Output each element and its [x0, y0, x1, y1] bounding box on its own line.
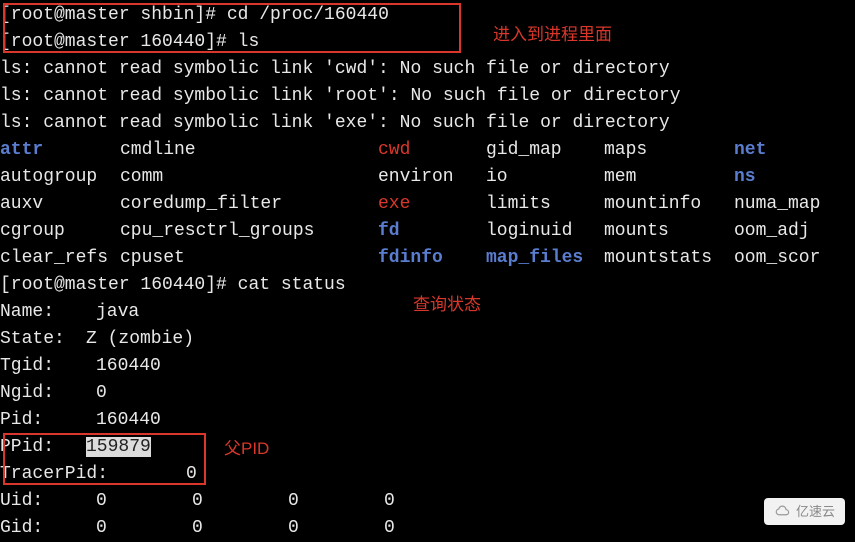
file-entry: auxv: [0, 191, 120, 218]
status-value: 0: [288, 515, 384, 542]
file-entry: maps: [604, 137, 734, 164]
status-key: Tgid:: [0, 353, 96, 380]
file-entry: environ: [378, 164, 486, 191]
prompt: [root@master shbin]#: [0, 5, 227, 25]
status-key: State:: [0, 326, 86, 353]
watermark: 亿速云: [764, 498, 845, 526]
command-cat: cat status: [238, 275, 346, 295]
status-value: 0: [96, 515, 192, 542]
annotation-text: 查询状态: [413, 292, 481, 318]
dir-entry: map_files: [486, 245, 604, 272]
dir-entry: attr: [0, 137, 120, 164]
status-key: PPid:: [0, 434, 86, 461]
status-value: 0: [192, 488, 288, 515]
watermark-text: 亿速云: [796, 502, 835, 522]
status-value: 160440: [96, 410, 161, 430]
annotation-text: 父PID: [224, 436, 269, 462]
prompt: [root@master 160440]#: [0, 32, 238, 52]
dir-entry: ns: [734, 167, 756, 187]
file-entry: cpu_resctrl_groups: [120, 218, 378, 245]
ls-error: ls: cannot read symbolic link 'exe': No …: [0, 113, 670, 133]
command-cd: cd /proc/160440: [227, 5, 389, 25]
status-value: 160440: [96, 356, 161, 376]
status-key: Ngid:: [0, 380, 96, 407]
annotation-text: 进入到进程里面: [493, 22, 612, 48]
file-entry: autogroup: [0, 164, 120, 191]
status-key: Pid:: [0, 407, 96, 434]
file-entry: limits: [486, 191, 604, 218]
file-entry: mountstats: [604, 245, 734, 272]
ls-error: ls: cannot read symbolic link 'cwd': No …: [0, 59, 670, 79]
status-key: Name:: [0, 299, 96, 326]
status-value: 0: [384, 491, 395, 511]
status-ppid-value: 159879: [86, 437, 151, 457]
file-entry: oom_adj: [734, 221, 810, 241]
file-entry: gid_map: [486, 137, 604, 164]
file-entry: loginuid: [486, 218, 604, 245]
dir-entry: fdinfo: [378, 245, 486, 272]
file-entry: io: [486, 164, 604, 191]
status-value: 0: [186, 464, 197, 484]
prompt: [root@master 160440]#: [0, 275, 238, 295]
status-value: 0: [96, 383, 107, 403]
file-entry: comm: [120, 164, 378, 191]
cloud-icon: [774, 504, 792, 518]
broken-link: exe: [378, 191, 486, 218]
status-value: 0: [96, 488, 192, 515]
status-value: 0: [384, 518, 395, 538]
file-entry: mountinfo: [604, 191, 734, 218]
file-entry: coredump_filter: [120, 191, 378, 218]
file-entry: cgroup: [0, 218, 120, 245]
dir-entry: net: [734, 140, 766, 160]
terminal[interactable]: [root@master shbin]# cd /proc/160440 [ro…: [0, 0, 855, 542]
file-entry: mounts: [604, 218, 734, 245]
status-key: TracerPid:: [0, 461, 186, 488]
broken-link: cwd: [378, 137, 486, 164]
file-entry: cmdline: [120, 137, 378, 164]
file-entry: mem: [604, 164, 734, 191]
command-ls: ls: [238, 32, 260, 52]
status-value: java: [96, 302, 139, 322]
file-entry: numa_map: [734, 194, 820, 214]
ls-error: ls: cannot read symbolic link 'root': No…: [0, 86, 681, 106]
file-entry: oom_scor: [734, 248, 820, 268]
status-value: 0: [192, 515, 288, 542]
file-entry: cpuset: [120, 245, 378, 272]
status-value: Z (zombie): [86, 329, 194, 349]
status-key: Uid:: [0, 488, 96, 515]
status-value: 0: [288, 488, 384, 515]
file-entry: clear_refs: [0, 245, 120, 272]
status-key: Gid:: [0, 515, 96, 542]
dir-entry: fd: [378, 218, 486, 245]
